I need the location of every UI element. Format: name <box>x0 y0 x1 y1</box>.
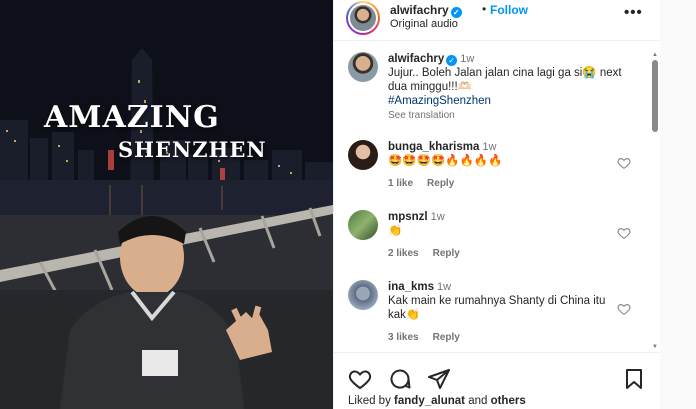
avatar[interactable] <box>348 52 378 82</box>
page-background-edge <box>660 0 696 409</box>
scroll-down-icon[interactable]: ▼ <box>651 344 659 350</box>
comment-time: 1w <box>482 141 497 153</box>
comment-icon[interactable] <box>388 367 412 391</box>
photo-title-line1: AMAZING <box>44 100 220 135</box>
hashtag-link[interactable]: #AmazingShenzhen <box>388 95 491 107</box>
liked-and: and <box>468 395 488 407</box>
avatar[interactable] <box>348 140 378 170</box>
comment-text: 👏 <box>388 225 403 237</box>
comment-likes[interactable]: 3 likes <box>388 332 419 343</box>
comment-likes[interactable]: 2 likes <box>388 248 419 259</box>
follow-button[interactable]: Follow <box>490 3 528 17</box>
heart-icon[interactable] <box>617 302 631 316</box>
comment-time: 1w <box>437 281 452 293</box>
author-username-row[interactable]: alwifachry ✓ <box>390 3 462 18</box>
reply-button[interactable]: Reply <box>433 248 460 259</box>
heart-icon[interactable] <box>617 226 631 240</box>
comment-username[interactable]: bunga_kharisma <box>388 141 479 153</box>
separator-dot: • <box>482 2 487 16</box>
liked-user-link[interactable]: fandy_alunat <box>394 395 465 407</box>
city-skyline-image <box>0 0 333 409</box>
verified-badge-icon: ✓ <box>450 7 462 18</box>
more-options-icon[interactable]: ••• <box>624 4 643 21</box>
comment-username[interactable]: alwifachry <box>388 53 444 65</box>
heart-icon[interactable] <box>348 367 372 391</box>
author-username[interactable]: alwifachry <box>390 3 449 17</box>
bookmark-icon[interactable] <box>622 367 646 391</box>
comment-username[interactable]: mpsnzl <box>388 211 428 223</box>
avatar[interactable] <box>348 280 378 310</box>
comments-list: alwifachry ✓ 1w Jujur.. Boleh Jalan jalan … <box>334 42 652 352</box>
author-avatar[interactable] <box>346 1 380 35</box>
original-audio-link[interactable]: Original audio <box>390 18 458 30</box>
share-icon[interactable] <box>427 367 451 391</box>
scroll-thumb[interactable] <box>652 60 658 132</box>
see-translation-link[interactable]: See translation <box>388 110 455 121</box>
comment-text: 🤩🤩🤩🤩🔥🔥🔥🔥 <box>388 155 503 167</box>
comments-scrollbar[interactable]: ▲ ▼ <box>651 52 659 352</box>
liked-prefix: Liked by <box>348 395 391 407</box>
heart-icon[interactable] <box>617 156 631 170</box>
comment-text: Jujur.. Boleh Jalan jalan cina lagi ga s… <box>388 67 622 93</box>
avatar[interactable] <box>348 210 378 240</box>
post-detail-panel: alwifachry ✓ • Follow Original audio ••• … <box>333 0 661 409</box>
comment-text: Kak main ke rumahnya Shanty di China itu… <box>388 295 606 321</box>
scroll-up-icon[interactable]: ▲ <box>651 52 659 58</box>
reply-button[interactable]: Reply <box>427 178 454 189</box>
liked-by-text: Liked by fandy_alunat and others <box>348 395 526 407</box>
post-photo[interactable]: AMAZING SHENZHEN <box>0 0 333 409</box>
verified-badge-icon: ✓ <box>446 55 458 66</box>
comment-time: 1w <box>460 53 475 65</box>
liked-others-link[interactable]: others <box>491 395 526 407</box>
comment-likes[interactable]: 1 like <box>388 178 413 189</box>
post-header: alwifachry ✓ • Follow Original audio ••• <box>334 0 660 41</box>
reply-button[interactable]: Reply <box>433 332 460 343</box>
photo-title-line2: SHENZHEN <box>118 137 267 162</box>
comment-time: 1w <box>430 211 445 223</box>
post-actions-bar: Liked by fandy_alunat and others <box>334 352 661 409</box>
comment-username[interactable]: ina_kms <box>388 281 434 293</box>
